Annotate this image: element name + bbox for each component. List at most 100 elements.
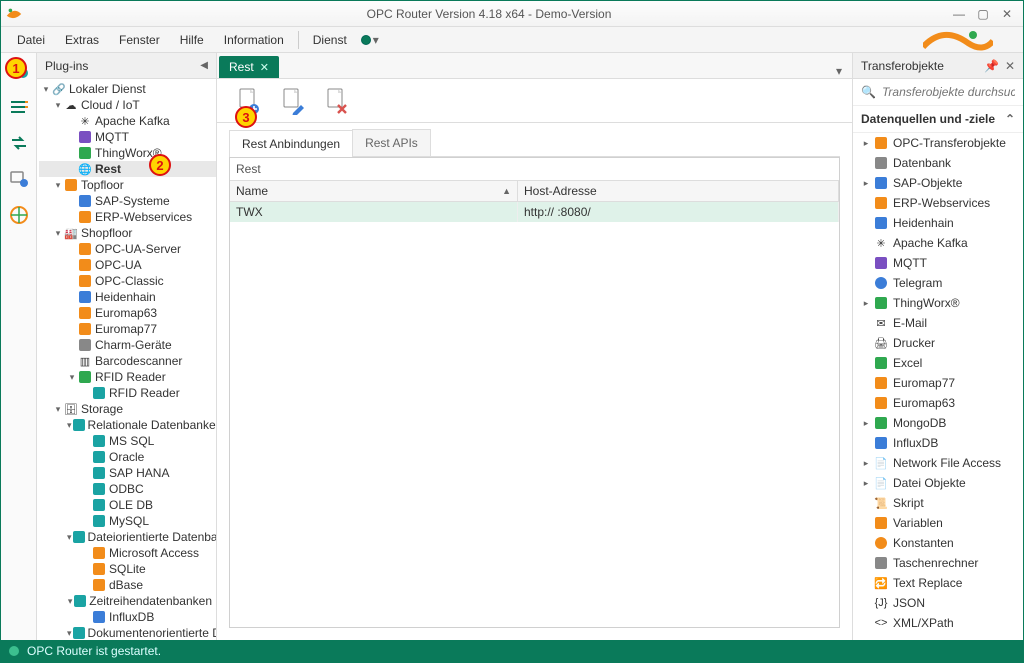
menu-hilfe[interactable]: Hilfe	[170, 29, 214, 51]
tree-opc-classic[interactable]: OPC-Classic	[39, 273, 216, 289]
edit-item-button[interactable]	[279, 86, 305, 116]
item-fileobj[interactable]: ▸📄Datei Objekte	[853, 473, 1023, 493]
item-kafka[interactable]: ✳Apache Kafka	[853, 233, 1023, 253]
item-opctrans[interactable]: ▸OPC-Transferobjekte	[853, 133, 1023, 153]
menu-fenster[interactable]: Fenster	[109, 29, 170, 51]
item-mongo[interactable]: ▸MongoDB	[853, 413, 1023, 433]
subtab-anbindungen[interactable]: Rest Anbindungen	[229, 130, 353, 157]
item-const[interactable]: Konstanten	[853, 533, 1023, 553]
tree-storage[interactable]: ▾🗄Storage	[39, 401, 216, 417]
item-mqtt[interactable]: MQTT	[853, 253, 1023, 273]
tree-saphana[interactable]: SAP HANA	[39, 465, 216, 481]
tree-oledb[interactable]: OLE DB	[39, 497, 216, 513]
col-host[interactable]: Host-Adresse	[518, 181, 839, 201]
tree-mqtt[interactable]: MQTT	[39, 129, 216, 145]
opcua-icon	[78, 258, 92, 272]
close-button[interactable]: ✕	[995, 4, 1019, 24]
tree-charm[interactable]: Charm-Geräte	[39, 337, 216, 353]
tree-shopfloor[interactable]: ▾🏭Shopfloor	[39, 225, 216, 241]
tree-heidenhain[interactable]: Heidenhain	[39, 289, 216, 305]
tree-sap[interactable]: SAP-Systeme	[39, 193, 216, 209]
tree-reldb[interactable]: ▾Relationale Datenbanken	[39, 417, 216, 433]
panel-close-icon[interactable]: ✕	[1005, 59, 1015, 73]
tree-influx[interactable]: InfluxDB	[39, 609, 216, 625]
tree-thingworx[interactable]: ThingWorx®	[39, 145, 216, 161]
maximize-button[interactable]: ▢	[971, 4, 995, 24]
tree-odbc[interactable]: ODBC	[39, 481, 216, 497]
subtab-apis[interactable]: Rest APIs	[352, 129, 431, 156]
tree-lokaler-dienst[interactable]: ▾🔗Lokaler Dienst	[39, 81, 216, 97]
chevron-up-icon[interactable]: ⌃	[1005, 112, 1015, 126]
item-nfa[interactable]: ▸📄Network File Access	[853, 453, 1023, 473]
item-replace[interactable]: 🔁Text Replace	[853, 573, 1023, 593]
tree-rfid-group[interactable]: ▾RFID Reader	[39, 369, 216, 385]
tree-rest[interactable]: 🌐Rest	[39, 161, 216, 177]
tree-barcode[interactable]: ▥Barcodescanner	[39, 353, 216, 369]
menu-dienst-dropdown[interactable]: ▾	[371, 29, 381, 51]
tree-kafka[interactable]: ✳Apache Kafka	[39, 113, 216, 129]
barcode-icon: ▥	[78, 354, 92, 368]
nav-globe-icon[interactable]	[5, 201, 33, 229]
tree-topfloor[interactable]: ▾Topfloor	[39, 177, 216, 193]
item-email[interactable]: ✉E-Mail	[853, 313, 1023, 333]
item-thingworx[interactable]: ▸ThingWorx®	[853, 293, 1023, 313]
item-xml[interactable]: <>XML/XPath	[853, 613, 1023, 633]
pin-icon[interactable]: 📌	[984, 59, 999, 73]
plugins-header: Plug-ins ◀	[37, 53, 216, 79]
item-heidenhain[interactable]: Heidenhain	[853, 213, 1023, 233]
item-excel[interactable]: Excel	[853, 353, 1023, 373]
tree-dbase[interactable]: dBase	[39, 577, 216, 593]
tree-sqlite[interactable]: SQLite	[39, 561, 216, 577]
storage-icon: 🗄	[64, 402, 78, 416]
tab-rest[interactable]: Rest ✕	[219, 56, 279, 78]
tree-filedb[interactable]: ▾Dateiorientierte Datenban...	[39, 529, 216, 545]
tree-mssql[interactable]: MS SQL	[39, 433, 216, 449]
item-erp[interactable]: ERP-Webservices	[853, 193, 1023, 213]
transfer-search[interactable]: 🔍	[853, 79, 1023, 106]
item-euromap63[interactable]: Euromap63	[853, 393, 1023, 413]
delete-item-button[interactable]	[323, 86, 349, 116]
transfer-list[interactable]: ▸OPC-Transferobjekte Datenbank ▸SAP-Obje…	[853, 133, 1023, 640]
tree-cloud-iot[interactable]: ▾☁Cloud / IoT	[39, 97, 216, 113]
item-vars[interactable]: Variablen	[853, 513, 1023, 533]
tab-close-icon[interactable]: ✕	[260, 61, 269, 74]
menu-extras[interactable]: Extras	[55, 29, 109, 51]
tree-euromap77[interactable]: Euromap77	[39, 321, 216, 337]
tree-rfid[interactable]: RFID Reader	[39, 385, 216, 401]
item-telegram[interactable]: Telegram	[853, 273, 1023, 293]
tree-opcua[interactable]: OPC-UA	[39, 257, 216, 273]
plugins-collapse-icon[interactable]: ◀	[200, 60, 208, 71]
tree-docdb[interactable]: ▾Dokumentenorientierte Da...	[39, 625, 216, 640]
nav-connections-icon[interactable]	[5, 93, 33, 121]
nav-transfers-icon[interactable]	[5, 129, 33, 157]
menu-datei[interactable]: Datei	[7, 29, 55, 51]
item-influx[interactable]: InfluxDB	[853, 433, 1023, 453]
tree-mysql[interactable]: MySQL	[39, 513, 216, 529]
minimize-button[interactable]: —	[947, 4, 971, 24]
menu-dienst[interactable]: Dienst	[303, 29, 357, 51]
tree-opcua-server[interactable]: OPC-UA-Server	[39, 241, 216, 257]
search-input[interactable]	[882, 85, 1015, 99]
item-json[interactable]: {J}JSON	[853, 593, 1023, 613]
nav-settings-icon[interactable]	[5, 165, 33, 193]
grid-row-twx[interactable]: TWX http:// :8080/	[230, 202, 839, 222]
section-datenquellen[interactable]: Datenquellen und -ziele ⌃	[853, 106, 1023, 133]
tree-oracle[interactable]: Oracle	[39, 449, 216, 465]
tree-tsdb[interactable]: ▾Zeitreihendatenbanken	[39, 593, 216, 609]
tree-euromap63[interactable]: Euromap63	[39, 305, 216, 321]
item-sap[interactable]: ▸SAP-Objekte	[853, 173, 1023, 193]
item-euromap77[interactable]: Euromap77	[853, 373, 1023, 393]
status-text: OPC Router ist gestartet.	[27, 644, 161, 658]
tree-erp[interactable]: ERP-Webservices	[39, 209, 216, 225]
search-icon: 🔍	[861, 85, 876, 99]
item-script[interactable]: 📜Skript	[853, 493, 1023, 513]
item-printer[interactable]: 🖨Drucker	[853, 333, 1023, 353]
col-name[interactable]: Name▲	[230, 181, 518, 201]
db-icon	[92, 546, 106, 560]
tree-access[interactable]: Microsoft Access	[39, 545, 216, 561]
plugins-tree[interactable]: ▾🔗Lokaler Dienst ▾☁Cloud / IoT ✳Apache K…	[37, 79, 216, 640]
tab-overflow-dropdown[interactable]: ▾	[826, 64, 852, 78]
item-calc[interactable]: Taschenrechner	[853, 553, 1023, 573]
menu-information[interactable]: Information	[214, 29, 294, 51]
item-db[interactable]: Datenbank	[853, 153, 1023, 173]
